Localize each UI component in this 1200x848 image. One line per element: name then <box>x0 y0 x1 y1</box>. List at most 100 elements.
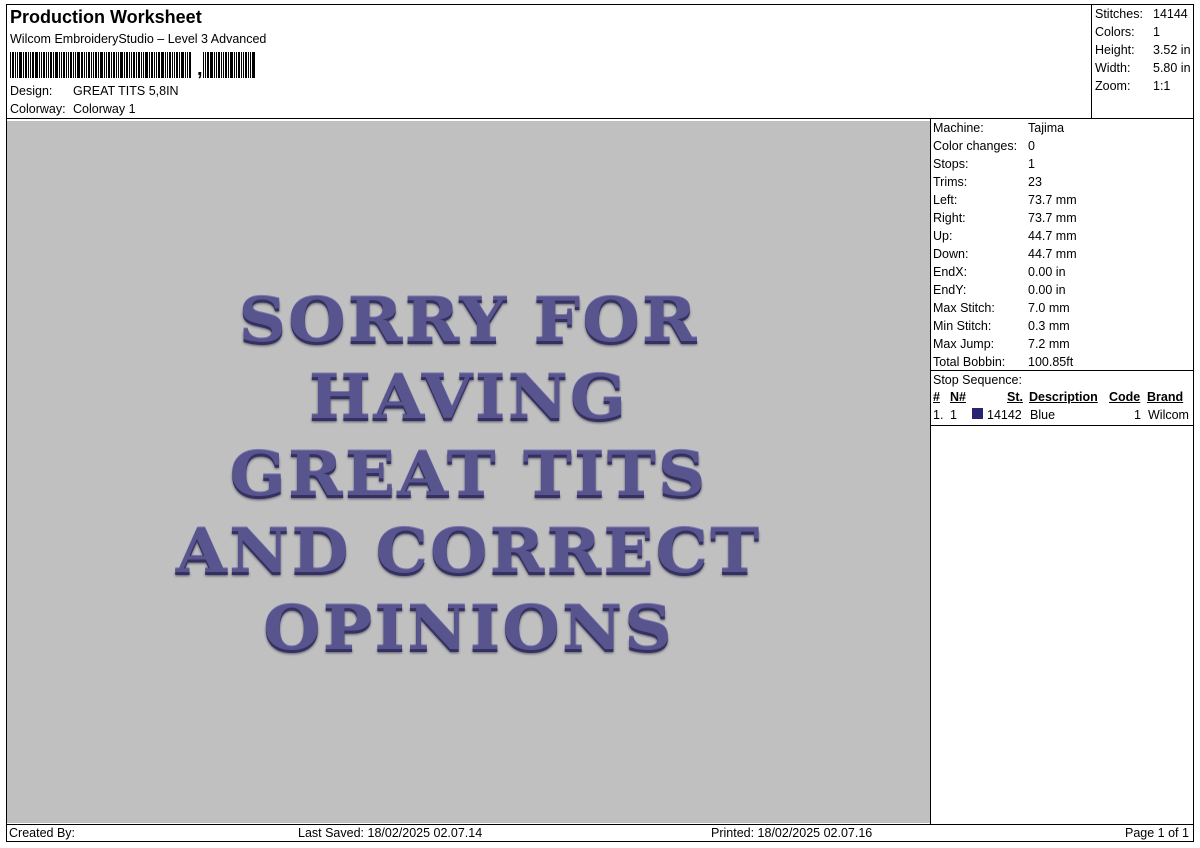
barcode-bar <box>241 52 242 78</box>
barcode-bar <box>126 52 128 78</box>
barcode-bar <box>61 52 62 78</box>
column-header-code: Code <box>1109 390 1141 404</box>
summary-height-label: Height: <box>1095 43 1135 57</box>
details-divider <box>930 118 931 824</box>
barcode-bar <box>30 52 31 78</box>
detail-value: 44.7 mm <box>1028 247 1077 261</box>
detail-label: Machine: <box>933 121 984 135</box>
barcode-bar <box>230 52 233 78</box>
barcode-bar <box>17 52 18 78</box>
barcode-bar <box>10 52 11 78</box>
barcode-bar <box>145 52 148 78</box>
stop-row-brand: Wilcom <box>1148 408 1189 422</box>
detail-label: Max Stitch: <box>933 301 995 315</box>
barcode-bar <box>43 52 45 78</box>
barcode-bar <box>131 52 132 78</box>
barcode-bar <box>243 52 244 78</box>
barcode-bar <box>63 52 65 78</box>
barcode-bar <box>141 52 142 78</box>
barcode-bar <box>151 52 153 78</box>
barcode-bar <box>124 52 125 78</box>
barcode-bar <box>252 52 255 78</box>
detail-value: 0 <box>1028 139 1035 153</box>
barcode-bar <box>35 52 38 78</box>
barcode-bar <box>218 52 220 78</box>
design-text-line-4: AND CORRECT <box>175 515 762 587</box>
detail-value: 23 <box>1028 175 1042 189</box>
detail-label: Down: <box>933 247 969 261</box>
barcode-bar <box>100 52 103 78</box>
column-header-n: N# <box>950 390 966 404</box>
barcode-bar <box>73 52 74 78</box>
barcode-bar <box>179 52 180 78</box>
detail-value: 7.2 mm <box>1028 337 1070 351</box>
barcode-bar <box>108 52 110 78</box>
barcode-bar <box>88 52 90 78</box>
summary-width-value: 5.80 in <box>1153 61 1191 75</box>
summary-width-label: Width: <box>1095 61 1131 75</box>
barcode-bar <box>19 52 22 78</box>
detail-value: 44.7 mm <box>1028 229 1077 243</box>
detail-value: Tajima <box>1028 121 1065 135</box>
barcode-bar <box>174 52 175 78</box>
barcode-bar <box>172 52 173 78</box>
barcode-bar <box>86 52 87 78</box>
stop-row-num: 1. <box>933 408 944 422</box>
software-name: Wilcom EmbroideryStudio – Level 3 Advanc… <box>10 32 267 46</box>
header-divider <box>6 118 1194 119</box>
stop-row-description: Blue <box>1030 408 1056 422</box>
column-header-num: # <box>933 390 940 404</box>
footer-printed: Printed: 18/02/2025 02.07.16 <box>711 826 873 840</box>
barcode-bar <box>149 52 150 78</box>
barcode-bar <box>176 52 178 78</box>
barcode-bar <box>238 52 240 78</box>
barcode-bar <box>236 52 237 78</box>
summary-colors-value: 1 <box>1153 25 1160 39</box>
barcode-suffix: , <box>197 58 203 80</box>
barcode-bar <box>245 52 247 78</box>
barcode-bar <box>133 52 135 78</box>
barcode-bar <box>205 52 206 78</box>
barcode-bar <box>46 52 47 78</box>
detail-label: EndX: <box>933 265 968 279</box>
barcode-bar <box>68 52 69 78</box>
barcode <box>10 52 262 78</box>
barcode-bar <box>228 52 229 78</box>
barcode-bar <box>116 52 117 78</box>
design-text-line-3: GREAT TITS <box>229 438 708 510</box>
summary-zoom-label: Zoom: <box>1095 79 1131 93</box>
barcode-bar <box>165 52 166 78</box>
barcode-bar <box>32 52 34 78</box>
barcode-bar <box>75 52 76 78</box>
summary-stitches-label: Stitches: <box>1095 7 1143 21</box>
detail-label: Left: <box>933 193 958 207</box>
colorway-value: Colorway 1 <box>73 102 136 116</box>
barcode-bar <box>23 52 24 78</box>
barcode-bar <box>167 52 168 78</box>
barcode-bar <box>104 52 105 78</box>
barcode-bar <box>185 52 186 78</box>
barcode-bar <box>12 52 14 78</box>
detail-value: 0.00 in <box>1028 265 1066 279</box>
barcode-bar <box>154 52 155 78</box>
stop-sequence-title: Stop Sequence: <box>933 373 1022 387</box>
column-header-st: St. <box>1007 390 1023 404</box>
detail-label: Right: <box>933 211 966 225</box>
footer-page-number: Page 1 of 1 <box>1125 826 1189 840</box>
barcode-bar <box>39 52 40 78</box>
detail-label: EndY: <box>933 283 967 297</box>
barcode-bar <box>250 52 251 78</box>
stop-sequence-row-divider <box>930 425 1194 426</box>
column-header-description: Description <box>1029 390 1098 404</box>
barcode-bar <box>98 52 99 78</box>
barcode-bar <box>91 52 92 78</box>
barcode-bar <box>216 52 217 78</box>
barcode-bar <box>48 52 49 78</box>
footer-created-by: Created By: <box>9 826 76 840</box>
summary-colors-label: Colors: <box>1095 25 1135 39</box>
worksheet-title: Production Worksheet <box>10 7 202 27</box>
design-text-line-5: OPINIONS <box>263 592 674 664</box>
detail-value: 7.0 mm <box>1028 301 1070 315</box>
barcode-bar <box>118 52 119 78</box>
detail-label: Trims: <box>933 175 968 189</box>
